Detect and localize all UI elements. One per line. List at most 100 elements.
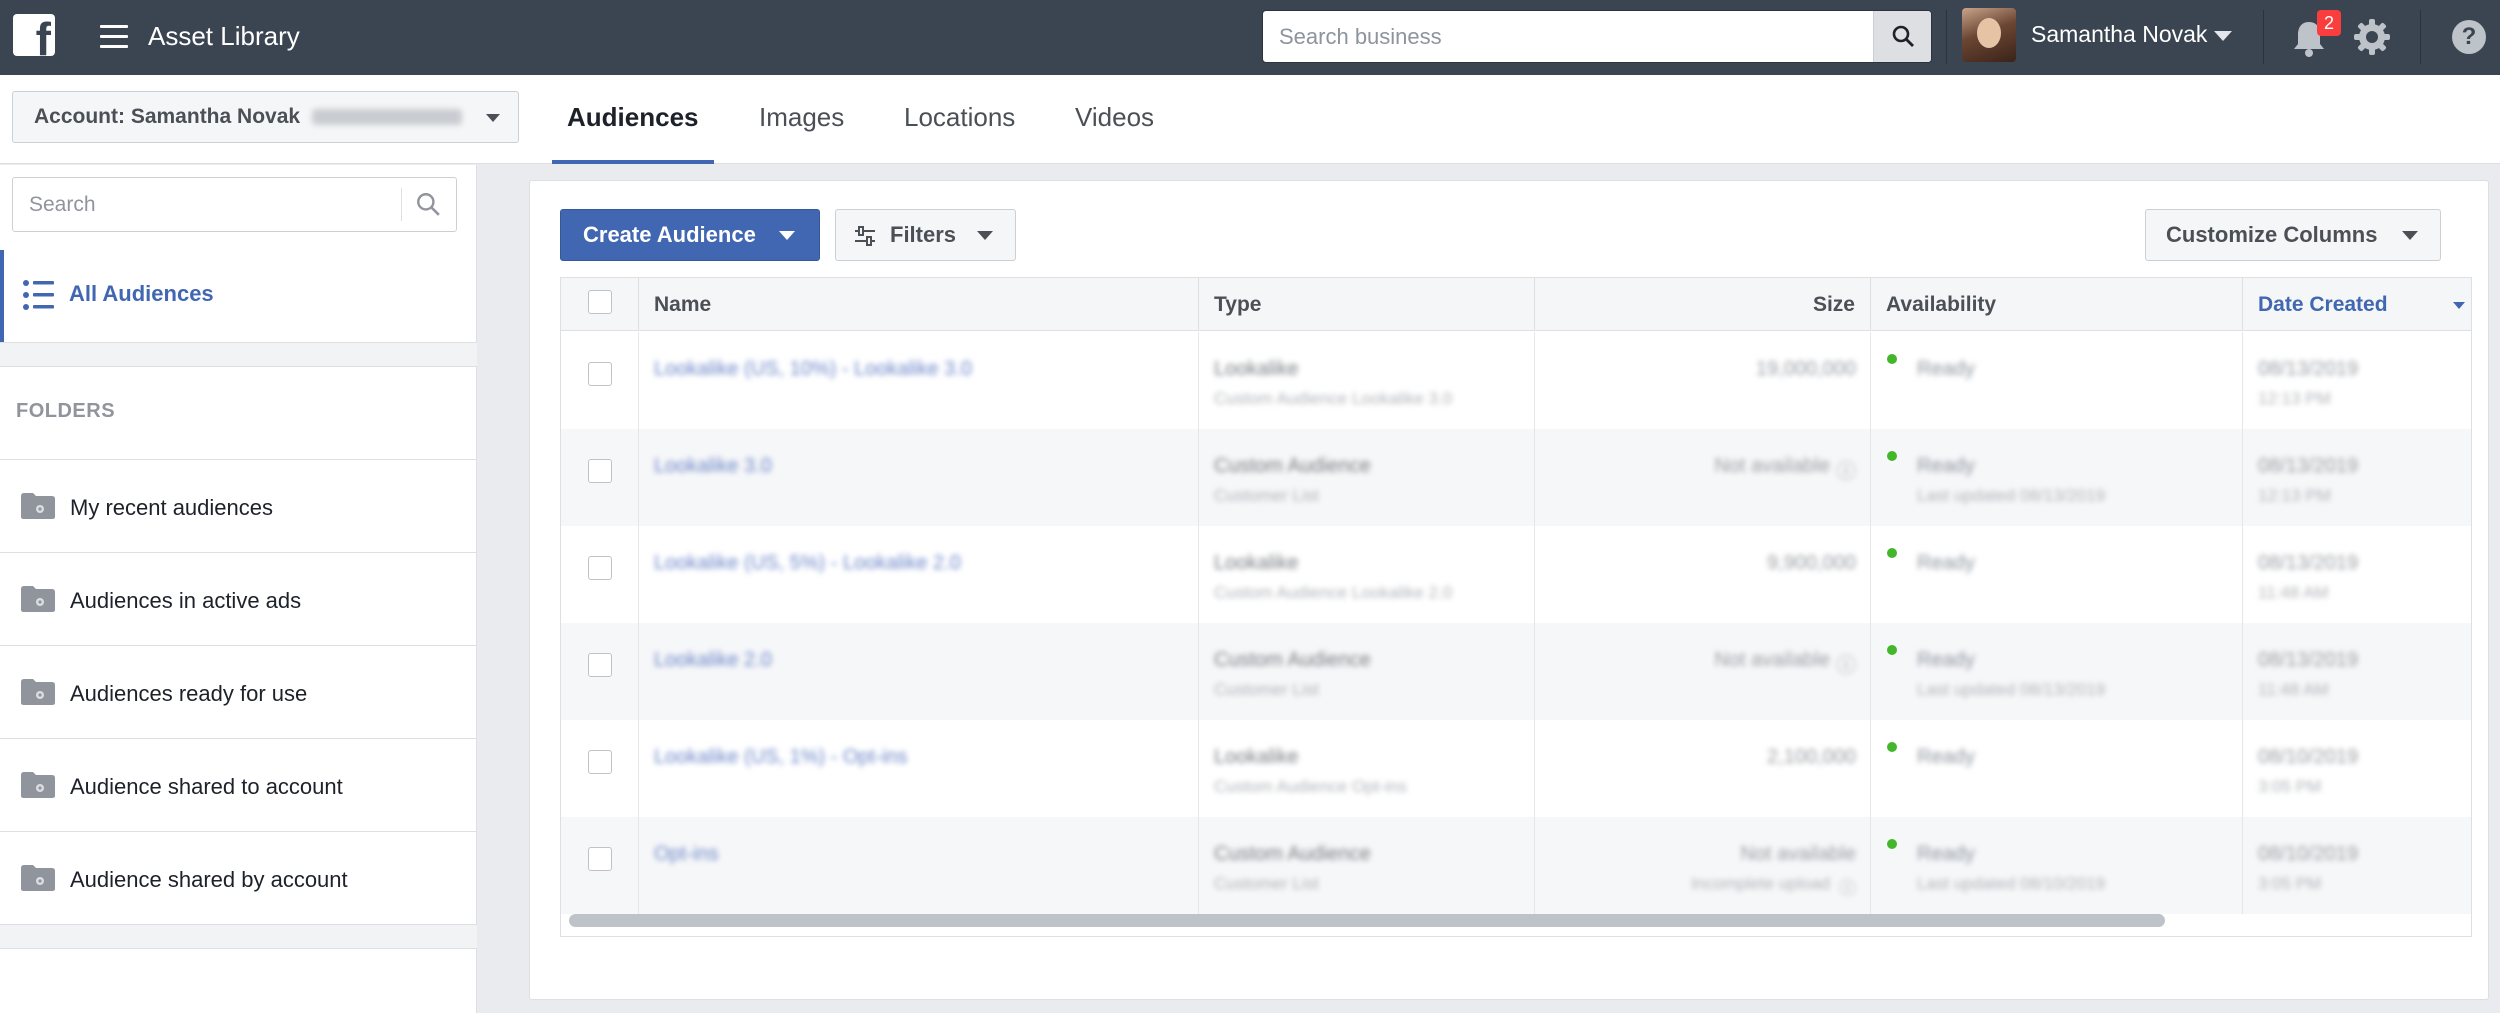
facebook-logo-icon[interactable]: f: [13, 14, 55, 56]
audience-name-link[interactable]: Opt-ins: [654, 843, 718, 866]
size-cell: Not available Incomplete upload ⓘ: [1535, 817, 1871, 914]
type-cell: Lookalike Custom Audience Lookalike 3.0: [1199, 332, 1535, 429]
create-audience-button[interactable]: Create Audience: [560, 209, 820, 261]
availability-status: Ready: [1917, 649, 1975, 671]
row-checkbox[interactable]: [588, 750, 612, 774]
table-row[interactable]: Lookalike (US, 10%) - Lookalike 3.0 Look…: [561, 332, 2471, 429]
date-cell: 08/13/2019 11:48 AM: [2243, 623, 2471, 720]
time-created: 12:13 PM: [2258, 486, 2331, 505]
size-cell: Not available ⓘ: [1535, 429, 1871, 526]
column-header-type[interactable]: Type: [1199, 278, 1535, 331]
availability-note: Last updated 08/13/2019: [1917, 486, 2106, 505]
audience-subtype: Custom Audience Lookalike 3.0: [1214, 389, 1453, 408]
sidebar-folder-item[interactable]: Audiences ready for use: [0, 645, 477, 738]
chevron-down-icon: [977, 231, 993, 240]
audience-type: Lookalike: [1214, 358, 1299, 380]
ready-status-dot: [1887, 548, 1897, 558]
audience-size: Not available: [1714, 649, 1830, 671]
date-created: 08/13/2019: [2258, 358, 2359, 380]
help-icon[interactable]: ?: [2452, 20, 2486, 54]
ready-status-dot: [1887, 451, 1897, 461]
chevron-down-icon: [779, 231, 795, 240]
audience-size: 9,900,000: [1767, 552, 1856, 574]
hamburger-menu-icon[interactable]: [100, 25, 128, 49]
horizontal-scrollbar[interactable]: [569, 914, 2165, 927]
name-cell: Lookalike 3.0: [639, 429, 1199, 526]
search-icon[interactable]: [415, 191, 441, 217]
customize-columns-button[interactable]: Customize Columns: [2145, 209, 2441, 261]
user-name[interactable]: Samantha Novak: [2031, 21, 2207, 48]
availability-cell: Ready: [1871, 720, 2243, 817]
audience-name-link[interactable]: Lookalike (US, 5%) - Lookalike 2.0: [654, 552, 961, 575]
tab-audiences[interactable]: Audiences: [552, 75, 714, 164]
gear-icon[interactable]: [2352, 17, 2392, 57]
time-created: 11:48 AM: [2258, 583, 2329, 602]
topbar-divider: [1946, 10, 1947, 64]
chevron-down-icon[interactable]: [2214, 31, 2232, 41]
row-select-cell: [561, 720, 639, 817]
audience-name-link[interactable]: Lookalike 2.0: [654, 649, 772, 672]
date-cell: 08/13/2019 11:48 AM: [2243, 526, 2471, 623]
filters-button[interactable]: Filters: [835, 209, 1016, 261]
table-row[interactable]: Lookalike (US, 5%) - Lookalike 2.0 Looka…: [561, 526, 2471, 623]
sub-header: Account: Samantha Novak Audiences Images…: [0, 75, 2500, 164]
sidebar-search-input[interactable]: [13, 178, 398, 231]
audience-name-link[interactable]: Lookalike (US, 1%) - Opt-ins: [654, 746, 907, 769]
business-search-input[interactable]: [1263, 11, 1873, 62]
sidebar-item-all-audiences[interactable]: All Audiences: [0, 250, 477, 342]
business-search-button[interactable]: [1873, 11, 1931, 62]
select-all-checkbox[interactable]: [588, 290, 612, 314]
avatar[interactable]: [1962, 8, 2016, 62]
name-cell: Lookalike (US, 1%) - Opt-ins: [639, 720, 1199, 817]
info-icon[interactable]: ⓘ: [1839, 874, 1856, 899]
audience-subtype: Custom Audience Lookalike 2.0: [1214, 583, 1453, 602]
sidebar-folder-item[interactable]: My recent audiences: [0, 459, 477, 552]
folder-icon: [21, 865, 55, 891]
sort-descending-icon[interactable]: [2453, 302, 2465, 309]
sidebar: All Audiences FOLDERS My recent audience…: [0, 165, 477, 1013]
sliders-icon: [855, 226, 875, 246]
table-row[interactable]: Lookalike (US, 1%) - Opt-ins Lookalike Cu…: [561, 720, 2471, 817]
table-row[interactable]: Lookalike 2.0 Custom Audience Customer Li…: [561, 623, 2471, 720]
info-icon[interactable]: ⓘ: [1836, 455, 1856, 484]
time-created: 12:13 PM: [2258, 389, 2331, 408]
account-selector[interactable]: Account: Samantha Novak: [12, 91, 519, 143]
audience-type: Lookalike: [1214, 746, 1299, 768]
sidebar-folder-item[interactable]: Audience shared by account: [0, 831, 477, 924]
info-icon[interactable]: ⓘ: [1836, 649, 1856, 678]
name-cell: Opt-ins: [639, 817, 1199, 914]
sidebar-folder-item[interactable]: Audiences in active ads: [0, 552, 477, 645]
table-row[interactable]: Lookalike 3.0 Custom Audience Customer Li…: [561, 429, 2471, 526]
row-checkbox[interactable]: [588, 459, 612, 483]
row-checkbox[interactable]: [588, 653, 612, 677]
table-row[interactable]: Opt-ins Custom Audience Customer List Not…: [561, 817, 2471, 914]
size-cell: 9,900,000: [1535, 526, 1871, 623]
tab-locations[interactable]: Locations: [904, 75, 1015, 164]
audience-name-link[interactable]: Lookalike 3.0: [654, 455, 772, 478]
availability-cell: Ready: [1871, 526, 2243, 623]
availability-status: Ready: [1917, 843, 1975, 865]
column-header-name[interactable]: Name: [639, 278, 1199, 331]
audience-subtype: Customer List: [1214, 680, 1319, 699]
date-created: 08/13/2019: [2258, 552, 2359, 574]
audience-size: 2,100,000: [1767, 746, 1856, 768]
sidebar-divider: [0, 924, 477, 949]
row-checkbox[interactable]: [588, 847, 612, 871]
folder-icon: [21, 679, 55, 705]
search-icon: [1892, 25, 1914, 47]
audience-type: Custom Audience: [1214, 455, 1371, 477]
sidebar-folder-label: Audiences ready for use: [70, 681, 308, 706]
chevron-down-icon: [486, 114, 500, 122]
tab-videos[interactable]: Videos: [1075, 75, 1154, 164]
tab-images[interactable]: Images: [759, 75, 844, 164]
row-checkbox[interactable]: [588, 362, 612, 386]
availability-cell: Ready Last updated 08/13/2019: [1871, 623, 2243, 720]
sidebar-folder-item[interactable]: Audience shared to account: [0, 738, 477, 831]
column-header-date-created[interactable]: Date Created: [2243, 278, 2471, 331]
size-cell: 2,100,000: [1535, 720, 1871, 817]
folders-heading: FOLDERS: [16, 400, 116, 422]
audience-name-link[interactable]: Lookalike (US, 10%) - Lookalike 3.0: [654, 358, 972, 381]
column-header-size[interactable]: Size: [1535, 278, 1871, 331]
column-header-availability[interactable]: Availability: [1871, 278, 2243, 331]
row-checkbox[interactable]: [588, 556, 612, 580]
